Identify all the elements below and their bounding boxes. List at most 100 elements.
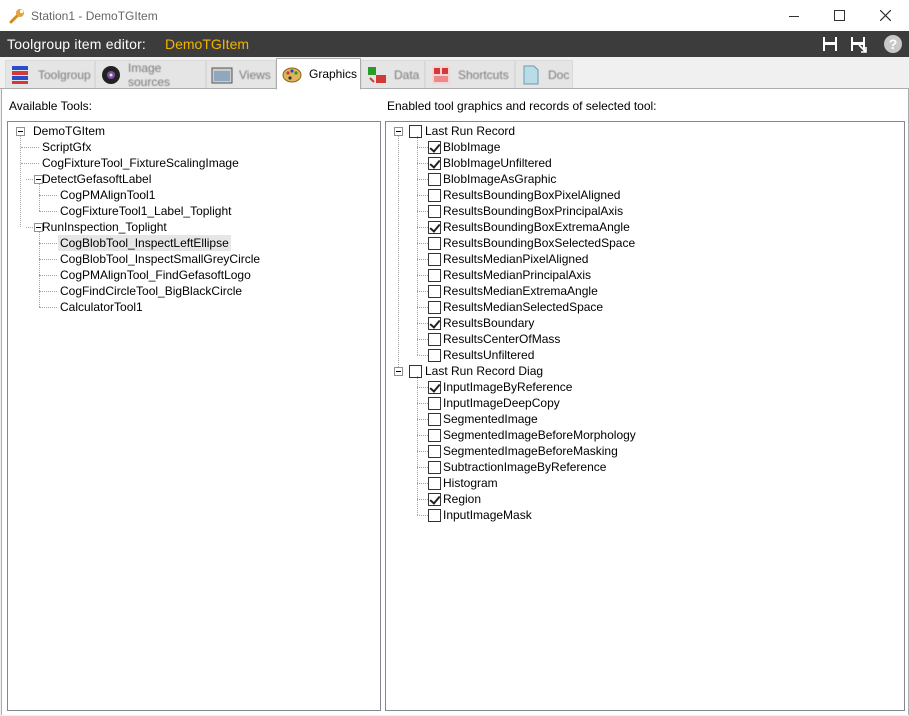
tree-node[interactable]: DemoTGItem — [33, 123, 105, 139]
record-checkbox[interactable] — [428, 141, 441, 154]
tree-connector — [417, 195, 428, 196]
record-checkbox[interactable] — [428, 205, 441, 218]
record-label: InputImageByReference — [443, 380, 573, 394]
tab-data[interactable]: Data — [361, 60, 425, 88]
record-label: BlobImage — [443, 140, 501, 154]
record-checkbox[interactable] — [428, 349, 441, 362]
maximize-button[interactable] — [816, 0, 862, 31]
record-checkbox[interactable] — [428, 461, 441, 474]
record-label: SubtractionImageByReference — [443, 460, 607, 474]
tree-connector — [39, 307, 57, 308]
editor-header: Toolgroup item editor: DemoTGItem ? — [0, 31, 909, 57]
record-checkbox[interactable] — [428, 333, 441, 346]
tree-node[interactable]: CogPMAlignTool1 — [60, 187, 155, 203]
tree-node[interactable]: CogBlobTool_InspectSmallGreyCircle — [60, 251, 260, 267]
shortcuts-icon — [432, 65, 450, 84]
tree-connector — [417, 499, 428, 500]
tree-connector — [39, 243, 57, 244]
record-checkbox[interactable] — [428, 429, 441, 442]
record-checkbox[interactable] — [428, 157, 441, 170]
tab-image-sources[interactable]: Image sources — [95, 60, 206, 89]
collapse-toggle[interactable] — [16, 127, 25, 136]
tree-node[interactable]: CogFindCircleTool_BigBlackCircle — [60, 283, 242, 299]
tree-connector — [417, 307, 428, 308]
close-button[interactable] — [862, 0, 908, 31]
tree-node[interactable]: CogFixtureTool_FixtureScalingImage — [42, 155, 239, 171]
tree-connector — [39, 275, 57, 276]
record-label: ResultsUnfiltered — [443, 348, 535, 362]
record-checkbox[interactable] — [428, 221, 441, 234]
collapse-toggle[interactable] — [394, 127, 403, 136]
record-checkbox[interactable] — [428, 189, 441, 202]
record-checkbox[interactable] — [428, 445, 441, 458]
tree-connector — [398, 136, 399, 371]
save-icon[interactable] — [821, 35, 839, 53]
record-checkbox[interactable] — [428, 285, 441, 298]
record-checkbox[interactable] — [428, 253, 441, 266]
tree-connector — [417, 323, 428, 324]
record-checkbox[interactable] — [428, 477, 441, 490]
tab-doc[interactable]: Doc — [515, 60, 573, 88]
tree-node[interactable]: CogPMAlignTool_FindGefasoftLogo — [60, 267, 251, 283]
record-checkbox[interactable] — [428, 381, 441, 394]
tree-node[interactable]: CogFixtureTool1_Label_Toplight — [60, 203, 231, 219]
save-as-icon[interactable] — [849, 35, 867, 53]
tree-node[interactable]: DetectGefasoftLabel — [42, 171, 151, 187]
tree-node[interactable]: ScriptGfx — [42, 139, 91, 155]
tree-connector — [417, 163, 428, 164]
tab-shortcuts[interactable]: Shortcuts — [425, 60, 515, 88]
tab-graphics-label: Graphics — [309, 67, 358, 81]
record-checkbox[interactable] — [428, 509, 441, 522]
tree-connector — [417, 243, 428, 244]
record-label: ResultsMedianPrincipalAxis — [443, 268, 592, 282]
image-sources-icon — [102, 65, 120, 84]
record-label: InputImageMask — [443, 508, 532, 522]
tree-connector — [417, 387, 428, 388]
record-checkbox[interactable] — [428, 317, 441, 330]
svg-text:?: ? — [889, 36, 898, 52]
record-label: SegmentedImageBeforeMorphology — [443, 428, 636, 442]
record-checkbox[interactable] — [428, 493, 441, 506]
tab-strip: Toolgroup Image sources Views Graphics D… — [0, 57, 909, 90]
record-checkbox[interactable] — [428, 413, 441, 426]
record-label: BlobImageAsGraphic — [443, 172, 557, 186]
record-checkbox[interactable] — [428, 173, 441, 186]
tree-connector — [417, 376, 418, 515]
collapse-toggle[interactable] — [394, 367, 403, 376]
group-checkbox[interactable] — [409, 125, 422, 138]
maximize-icon — [833, 10, 845, 21]
minimize-icon — [789, 15, 799, 17]
record-label: ResultsMedianSelectedSpace — [443, 300, 604, 314]
group-checkbox[interactable] — [409, 365, 422, 378]
editor-label: Toolgroup item editor: — [7, 36, 147, 52]
tree-node-selected[interactable]: CogBlobTool_InspectLeftEllipse — [58, 235, 231, 251]
tree-node[interactable]: RunInspection_Toplight — [42, 219, 167, 235]
tab-views[interactable]: Views — [206, 60, 276, 88]
record-checkbox[interactable] — [428, 301, 441, 314]
record-checkbox[interactable] — [428, 397, 441, 410]
enabled-graphics-tree[interactable]: Last Run Record BlobImage BlobImageUnfilte… — [385, 121, 905, 711]
tree-connector — [21, 147, 39, 148]
record-checkbox[interactable] — [428, 269, 441, 282]
tree-connector — [417, 451, 428, 452]
close-icon — [879, 10, 891, 21]
record-label: ResultsBoundingBoxSelectedSpace — [443, 236, 636, 250]
available-tools-tree[interactable]: DemoTGItem ScriptGfx CogFixtureTool_Fixtur… — [7, 121, 381, 711]
record-label: ResultsBoundingBoxPixelAligned — [443, 188, 621, 202]
tree-connector — [39, 184, 40, 211]
record-label: ResultsBoundingBoxExtremaAngle — [443, 220, 630, 234]
group-label: Last Run Record Diag — [425, 364, 544, 378]
minimize-button[interactable] — [771, 0, 817, 31]
views-icon — [211, 67, 233, 83]
tree-connector — [417, 355, 428, 356]
tab-toolgroup[interactable]: Toolgroup — [5, 60, 95, 88]
tree-connector — [417, 227, 428, 228]
record-checkbox[interactable] — [428, 237, 441, 250]
record-label: Histogram — [443, 476, 498, 490]
tab-graphics[interactable]: Graphics — [276, 58, 361, 90]
help-icon[interactable]: ? — [883, 34, 903, 54]
doc-icon — [523, 65, 539, 84]
tree-connector — [39, 211, 57, 212]
tree-node[interactable]: CalculatorTool1 — [60, 299, 143, 315]
tree-connector — [39, 291, 57, 292]
